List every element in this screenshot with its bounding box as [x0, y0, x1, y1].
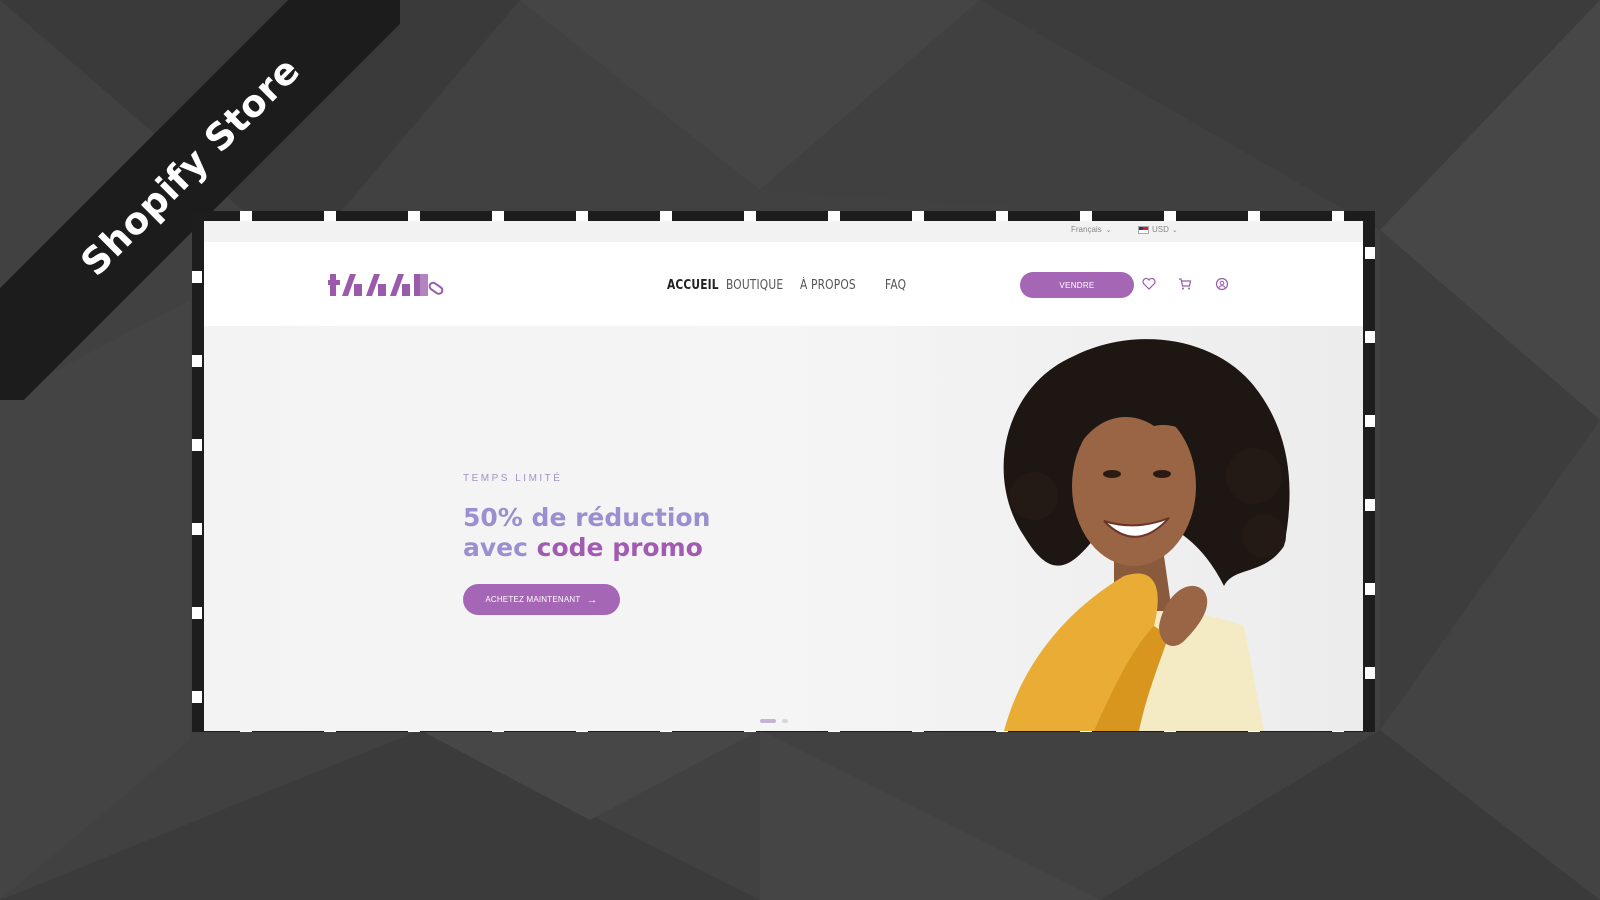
- slider-dot[interactable]: [782, 719, 788, 723]
- currency-label: USD: [1152, 225, 1169, 234]
- hero-eyebrow: TEMPS LIMITÉ: [463, 473, 563, 484]
- slider-dots: [760, 719, 788, 723]
- currency-selector[interactable]: USD ⌄: [1138, 225, 1178, 234]
- store-logo[interactable]: [328, 270, 448, 300]
- slider-dot-active[interactable]: [760, 719, 776, 723]
- hero-headline-line2: avec code promo: [463, 533, 710, 563]
- store-page: Français ⌄ USD ⌄ ACCUEIL BOUTIQUE À PROP…: [204, 221, 1363, 731]
- language-label: Français: [1071, 225, 1102, 234]
- chevron-down-icon: ⌄: [1171, 226, 1178, 234]
- hero-headline-line1: 50% de réduction: [463, 503, 711, 532]
- shop-now-label: ACHETEZ MAINTENANT: [485, 595, 581, 604]
- nav-a-propos[interactable]: À PROPOS: [800, 278, 856, 293]
- nav-accueil[interactable]: ACCUEIL: [667, 278, 719, 293]
- nav-faq[interactable]: FAQ: [885, 278, 906, 293]
- chevron-down-icon: ⌄: [1105, 226, 1112, 234]
- language-selector[interactable]: Français ⌄: [1071, 225, 1112, 234]
- hero-headline: 50% de réduction avec code promo: [463, 503, 710, 563]
- cart-icon[interactable]: [1177, 276, 1193, 292]
- sell-button[interactable]: VENDRE: [1020, 272, 1134, 298]
- hero-headline-accent: code promo: [536, 533, 703, 562]
- screenshot-frame: Français ⌄ USD ⌄ ACCUEIL BOUTIQUE À PROP…: [192, 211, 1375, 732]
- us-flag-icon: [1138, 225, 1149, 234]
- arrow-right-icon: →: [586, 593, 598, 606]
- shop-now-button[interactable]: ACHETEZ MAINTENANT →: [463, 584, 620, 615]
- heart-icon[interactable]: [1141, 276, 1157, 292]
- account-icon[interactable]: [1214, 276, 1230, 292]
- site-header: ACCUEIL BOUTIQUE À PROPOS FAQ VENDRE: [204, 242, 1363, 326]
- hero-model-image: [1003, 339, 1290, 731]
- nav-boutique[interactable]: BOUTIQUE: [726, 278, 783, 293]
- utility-bar: Français ⌄ USD ⌄: [204, 221, 1363, 242]
- hero-headline-prefix: avec: [463, 533, 537, 562]
